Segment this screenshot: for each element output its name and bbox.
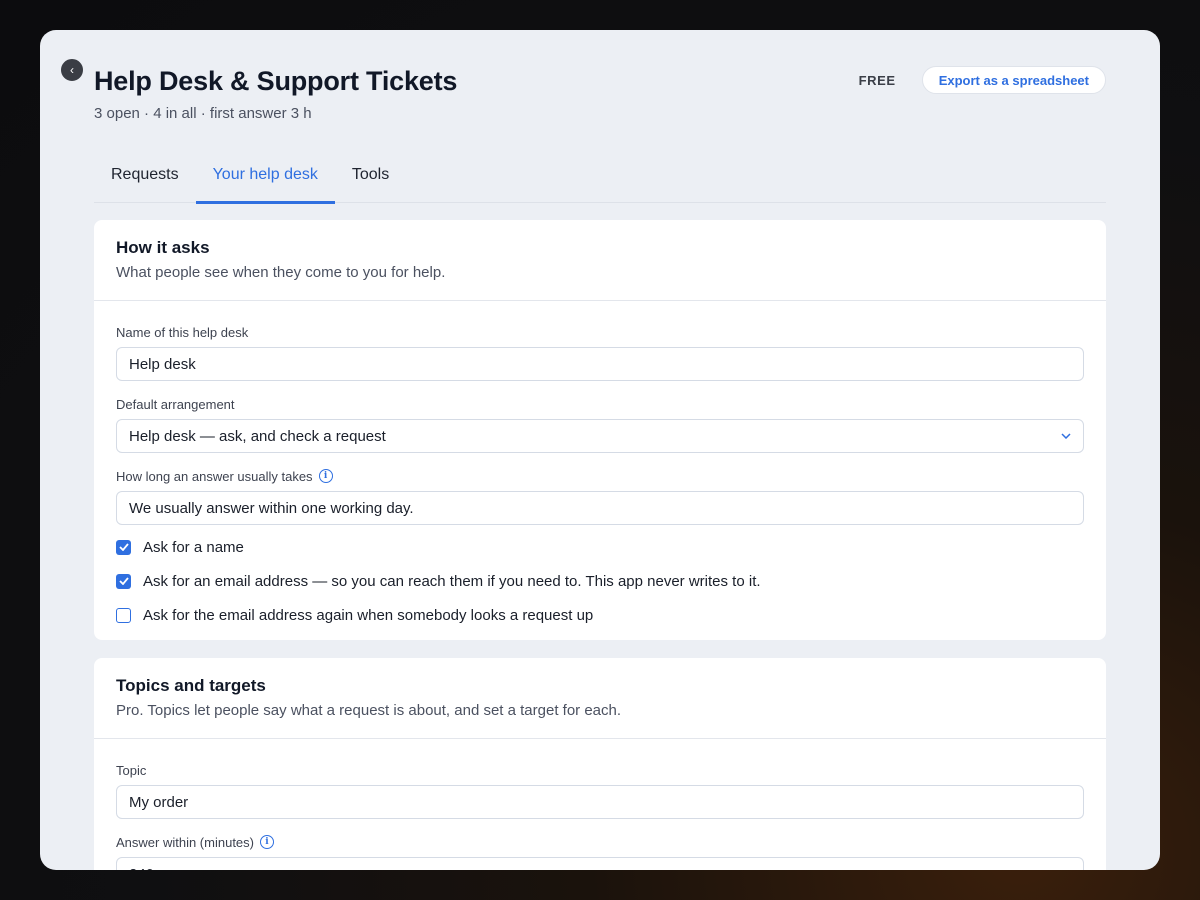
card-body: Topic My order Answer within (minutes) i… [94, 739, 1106, 870]
checkbox-checked[interactable] [116, 539, 131, 555]
answer-time-label: How long an answer usually takes i [116, 467, 1084, 485]
chevron-left-icon: ‹ [70, 63, 74, 77]
topic-input[interactable]: My order [116, 785, 1084, 819]
help-desk-name-label: Name of this help desk [116, 324, 249, 340]
page-subtitle: 3 open · 4 in all · first answer 3 h [94, 105, 312, 122]
tab-tools[interactable]: Tools [335, 158, 406, 203]
ask-name-checkbox-row[interactable]: Ask for a name [116, 530, 1084, 564]
header-actions: FREE Export as a spreadsheet [859, 66, 1106, 94]
card-body: Name of this help desk Help desk Default… [94, 301, 1106, 632]
info-icon[interactable]: i [260, 835, 274, 849]
ask-email-checkbox-row[interactable]: Ask for an email address — so you can re… [116, 564, 1084, 598]
checkbox-label: Ask for the email address again when som… [143, 606, 594, 624]
checkbox-unchecked[interactable] [116, 607, 131, 623]
info-icon[interactable]: i [318, 469, 333, 483]
default-arrangement-select[interactable]: Help desk — ask, and check a request [116, 419, 1084, 453]
tab-your-help-desk[interactable]: Your help desk [195, 158, 336, 204]
collapse-sidebar-button[interactable]: ‹ [59, 57, 85, 83]
page-header: Help Desk & Support Tickets 3 open · 4 i… [94, 66, 1106, 126]
card-title: How it asks [116, 238, 210, 257]
help-desk-name-input[interactable]: Help desk [116, 347, 1084, 381]
answer-time-input[interactable]: We usually answer within one working day… [116, 491, 1084, 525]
topics-and-targets-card: Topics and targets Pro. Topics let peopl… [94, 658, 1106, 870]
how-it-asks-card: How it asks What people see when they co… [94, 220, 1106, 640]
checkbox-checked[interactable] [116, 573, 131, 589]
checkbox-label: Ask for an email address — so you can re… [143, 572, 761, 590]
checkbox-label: Ask for a name [143, 538, 244, 556]
answer-within-stepper[interactable]: 240 [116, 857, 1084, 870]
plan-badge: FREE [858, 72, 896, 88]
tab-bar: Requests Your help desk Tools [94, 158, 1106, 204]
topic-label: Topic [116, 762, 147, 778]
answer-within-label: Answer within (minutes) i [116, 833, 1084, 851]
app-window: ‹ Help Desk & Support Tickets 3 open · 4… [40, 30, 1160, 870]
export-spreadsheet-button[interactable]: Export as a spreadsheet [921, 66, 1106, 94]
card-header: How it asks What people see when they co… [94, 220, 1106, 301]
card-title: Topics and targets [116, 676, 266, 695]
tab-requests[interactable]: Requests [94, 158, 196, 203]
default-arrangement-label: Default arrangement [116, 396, 235, 412]
card-header: Topics and targets Pro. Topics let peopl… [94, 658, 1106, 739]
chevron-up-icon[interactable] [1061, 868, 1071, 870]
chevron-down-icon [1061, 430, 1071, 442]
ask-email-again-checkbox-row[interactable]: Ask for the email address again when som… [116, 598, 1084, 632]
card-subtitle: What people see when they come to you fo… [116, 264, 446, 281]
card-subtitle: Pro. Topics let people say what a reques… [116, 702, 622, 719]
